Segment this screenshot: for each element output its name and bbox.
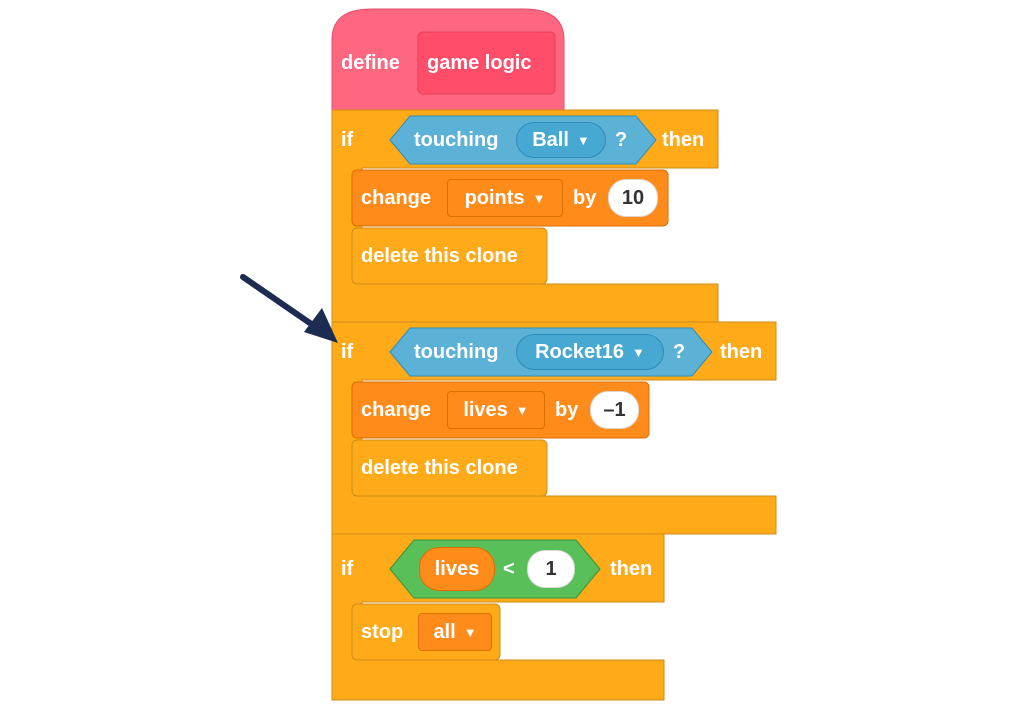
variable-value-points: points	[464, 186, 525, 209]
stop-option-dropdown[interactable]: all ▼	[418, 613, 492, 651]
change-keyword-1: change	[361, 187, 432, 209]
touching-object-value-2: Rocket16	[535, 340, 625, 363]
then-label-1: then	[662, 129, 705, 151]
less-than-operator: <	[503, 558, 515, 580]
dropdown-arrow-icon: ▼	[463, 624, 477, 640]
define-name: game logic	[427, 52, 532, 74]
change-keyword-2: change	[361, 399, 432, 421]
question-mark-1: ?	[615, 129, 628, 151]
touching-label-1: touching	[414, 129, 499, 151]
if-label-2: if	[341, 341, 354, 363]
by-label-2: by	[555, 399, 579, 421]
touching-label-2: touching	[414, 341, 499, 363]
change-amount-input-2[interactable]: –1	[590, 391, 639, 429]
pointer-arrow-icon	[240, 274, 338, 343]
variable-value-lives: lives	[463, 398, 508, 421]
change-amount-input-1[interactable]: 10	[608, 179, 658, 217]
question-mark-2: ?	[673, 341, 686, 363]
dropdown-arrow-icon: ▼	[532, 190, 546, 206]
touching-object-dropdown-2[interactable]: Rocket16 ▼	[516, 334, 664, 370]
delete-clone-label-2: delete this clone	[361, 457, 518, 479]
stop-option-value: all	[433, 620, 456, 643]
lives-reporter[interactable]: lives	[419, 547, 495, 591]
block-shapes	[240, 8, 777, 701]
if-label-3: if	[341, 558, 354, 580]
dropdown-arrow-icon: ▼	[515, 402, 529, 418]
by-label-1: by	[573, 187, 597, 209]
define-keyword: define	[341, 52, 400, 74]
stop-keyword: stop	[361, 621, 404, 643]
if-label-1: if	[341, 129, 354, 151]
touching-object-dropdown-1[interactable]: Ball ▼	[516, 122, 606, 158]
delete-clone-label-1: delete this clone	[361, 245, 518, 267]
variable-dropdown-lives[interactable]: lives ▼	[447, 391, 545, 429]
compare-value-input[interactable]: 1	[527, 550, 575, 588]
touching-object-value-1: Ball	[532, 128, 569, 151]
dropdown-arrow-icon: ▼	[632, 344, 645, 360]
script-canvas: define game logic if touching Ball ▼ ? t…	[0, 0, 1024, 726]
then-label-2: then	[720, 341, 763, 363]
dropdown-arrow-icon: ▼	[576, 132, 590, 148]
then-label-3: then	[610, 558, 653, 580]
variable-dropdown-points[interactable]: points ▼	[447, 179, 563, 217]
